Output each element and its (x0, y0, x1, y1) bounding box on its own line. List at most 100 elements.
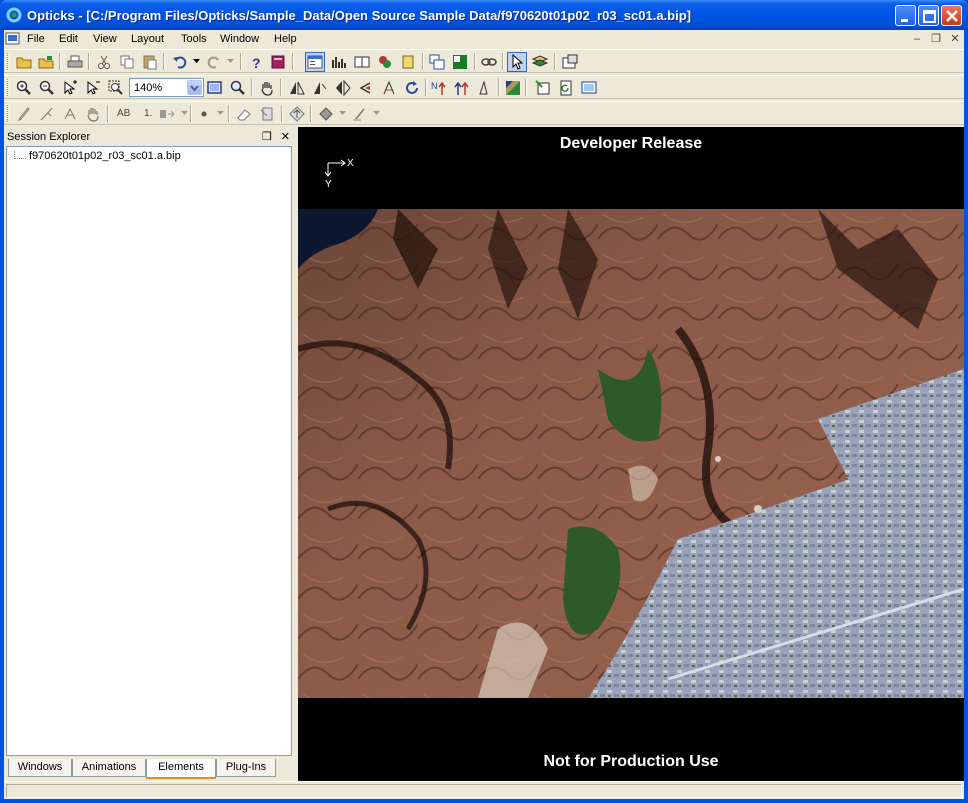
cut-button[interactable] (94, 52, 114, 72)
layout-icon (160, 110, 175, 118)
rotate-by-button[interactable] (379, 78, 399, 98)
color-map-icon (506, 81, 520, 95)
zoom-point-in-button[interactable] (60, 78, 80, 98)
close-panel-icon[interactable]: ✕ (281, 131, 290, 143)
menu-help[interactable]: Help (274, 33, 297, 45)
navigate-button[interactable] (287, 104, 307, 124)
print-button[interactable] (65, 52, 85, 72)
clear-button[interactable] (257, 104, 277, 124)
line-color-button[interactable] (350, 104, 370, 124)
zoom-level-combo[interactable]: 140% (129, 78, 204, 97)
move-hand-button[interactable] (83, 104, 103, 124)
open-folder-button[interactable] (14, 52, 34, 72)
toolbar-separator (292, 53, 294, 70)
link-button[interactable] (479, 52, 499, 72)
line-color-dropdown-icon[interactable] (373, 111, 380, 116)
plugins-button[interactable] (375, 52, 395, 72)
toolbar-separator (502, 53, 504, 70)
menu-view[interactable]: View (93, 33, 117, 45)
color-map-button[interactable] (503, 78, 523, 98)
zoom-in-button[interactable] (14, 78, 34, 98)
point-button[interactable] (194, 104, 214, 124)
menu-layout[interactable]: Layout (131, 33, 164, 45)
tab-plug-ins[interactable]: Plug-Ins (216, 759, 276, 777)
tab-animations[interactable]: Animations (72, 759, 146, 777)
cascade-button[interactable] (427, 52, 447, 72)
point-dropdown-icon[interactable] (217, 111, 224, 116)
tab-elements[interactable]: Elements (146, 759, 216, 779)
open-file-button[interactable] (36, 52, 56, 72)
help-button[interactable]: ? (246, 52, 266, 72)
menu-window[interactable]: Window (220, 33, 259, 45)
fill-button[interactable] (60, 104, 80, 124)
sensor-up-button[interactable] (452, 78, 472, 98)
refresh-button[interactable] (556, 78, 576, 98)
explorer-tabs: Windows Animations Elements Plug-Ins (6, 759, 296, 779)
maximize-button[interactable] (918, 5, 939, 26)
numbering-icon[interactable]: 1. (144, 108, 152, 119)
session-explorer-button[interactable] (305, 52, 325, 72)
rotate-left-button[interactable] (310, 78, 330, 98)
zoom-to-fit-button[interactable] (205, 78, 225, 98)
redo-dropdown-icon[interactable] (227, 59, 234, 64)
title-bar[interactable]: Opticks - [C:/Program Files/Opticks/Samp… (0, 0, 968, 30)
view-toolbar: 140% N (4, 75, 964, 99)
close-button[interactable] (941, 5, 962, 26)
paste-button[interactable] (140, 52, 160, 72)
mdi-minimize-icon[interactable]: – (910, 33, 924, 46)
menu-tools[interactable]: Tools (181, 33, 207, 45)
text-annotation-icon[interactable]: AB (117, 108, 130, 119)
export-button[interactable] (533, 78, 553, 98)
flip-vertical-button[interactable] (333, 78, 353, 98)
minimize-button[interactable] (895, 5, 916, 26)
zoom-dropdown-button[interactable] (187, 80, 202, 95)
select-pointer-button[interactable] (507, 52, 527, 72)
pointer-minus-icon (87, 80, 100, 95)
toolbar-separator (280, 79, 282, 96)
screen-capture-button[interactable] (579, 78, 599, 98)
histogram-button[interactable] (329, 52, 349, 72)
north-up-button[interactable]: N (429, 78, 449, 98)
tab-windows[interactable]: Windows (8, 759, 72, 777)
toolbar-grip[interactable] (7, 105, 10, 122)
reset-rotation-button[interactable] (402, 78, 422, 98)
toolbar-grip[interactable] (7, 53, 10, 70)
rotate-right-button[interactable] (356, 78, 376, 98)
measure-button[interactable] (475, 78, 495, 98)
zoom-point-out-button[interactable] (83, 78, 103, 98)
zoom-rect-button[interactable] (106, 78, 126, 98)
menu-file[interactable]: File (27, 33, 45, 45)
brush-button[interactable] (37, 104, 57, 124)
help-book-button[interactable] (268, 52, 288, 72)
eraser-button[interactable] (234, 104, 254, 124)
toolbar-grip[interactable] (7, 79, 10, 96)
mdi-restore-icon[interactable]: ❐ (929, 33, 943, 46)
undo-dropdown-icon[interactable] (193, 59, 200, 64)
copy-icon (120, 55, 134, 69)
redo-button[interactable] (204, 52, 224, 72)
properties-button[interactable] (560, 52, 580, 72)
zoom-to-point-button[interactable] (228, 78, 248, 98)
float-panel-icon[interactable]: ❐ (262, 131, 272, 143)
pencil-button[interactable] (14, 104, 34, 124)
mdi-close-icon[interactable]: ✕ (948, 33, 962, 46)
tree-item-dataset[interactable]: f970620t01p02_r03_sc01.a.bip (29, 150, 181, 162)
layout-dropdown-icon[interactable] (181, 111, 188, 116)
layers-button[interactable] (530, 52, 550, 72)
pan-button[interactable] (257, 78, 277, 98)
layout-button[interactable] (157, 104, 177, 124)
tile-button[interactable] (450, 52, 470, 72)
scripting-button[interactable] (398, 52, 418, 72)
copy-button[interactable] (117, 52, 137, 72)
undo-button[interactable] (170, 52, 190, 72)
messages-button[interactable] (352, 52, 372, 72)
document-icon[interactable] (5, 31, 21, 47)
menu-edit[interactable]: Edit (59, 33, 78, 45)
paint-dropdown-icon[interactable] (339, 111, 346, 116)
flip-horizontal-button[interactable] (287, 78, 307, 98)
paint-bucket-button[interactable] (316, 104, 336, 124)
session-tree[interactable]: f970620t01p02_r03_sc01.a.bip (6, 146, 292, 756)
spatial-data-view[interactable]: Developer Release X Y Not for Production… (298, 127, 964, 781)
zoom-out-button[interactable] (37, 78, 57, 98)
satellite-image[interactable] (298, 209, 964, 698)
